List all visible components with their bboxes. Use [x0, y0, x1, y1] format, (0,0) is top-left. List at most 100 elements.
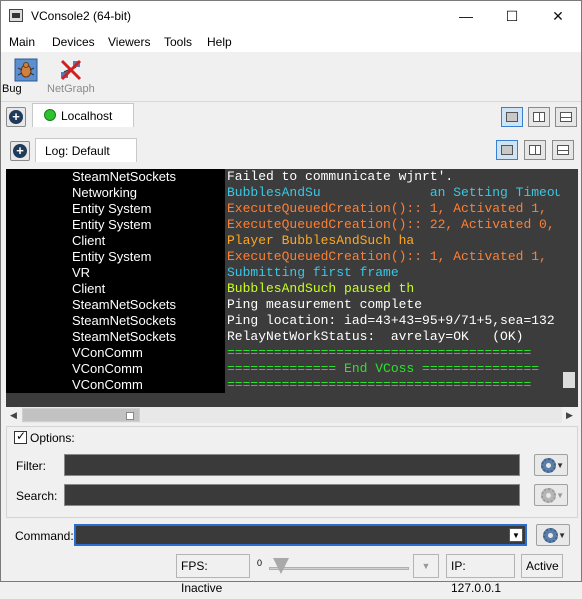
slider-min-label: 0: [257, 558, 263, 568]
log-row-message: Submitting first frame: [227, 265, 407, 280]
command-dropdown-icon[interactable]: ▼: [509, 528, 523, 542]
fps-status: FPS: Inactive: [176, 554, 250, 595]
tab-localhost[interactable]: Localhost: [32, 103, 134, 127]
log-row-channel: SteamNetSockets: [72, 313, 177, 328]
bug-icon: [14, 58, 38, 82]
fps-slider-track[interactable]: [269, 567, 409, 570]
log-row-message: BubblesAndSu an Setting Timeout: [227, 185, 560, 200]
tab-log-default[interactable]: Log: Default: [35, 138, 137, 162]
log-row-channel: SteamNetSockets: [72, 169, 177, 184]
maximize-button[interactable]: ☐: [489, 1, 535, 32]
log-row-message: Ping location: iad=43+43=95+9/71+5,sea=1…: [227, 313, 555, 328]
log-row-message: =======================================: [227, 377, 532, 392]
log-row-message: Failed to communicate wjnrt'.: [227, 169, 454, 184]
tab-localhost-label: Localhost: [61, 109, 113, 123]
command-input[interactable]: ▼: [74, 524, 527, 546]
layout-horizontal-split-button[interactable]: [555, 107, 577, 127]
message-column: Failed to communicate wjnrt'. BubblesAndS…: [225, 169, 560, 393]
log-vertical-scroll-thumb[interactable]: [563, 372, 575, 388]
netgraph-button[interactable]: NetGraph: [47, 56, 95, 100]
command-settings-button[interactable]: ▼: [536, 524, 570, 546]
menu-help[interactable]: Help: [207, 35, 232, 49]
log-layout-vertical-split-icon: [529, 145, 541, 155]
menu-tools[interactable]: Tools: [164, 35, 192, 49]
log-row-message: ExecuteQueuedCreation():: 1, Activated 1…: [227, 249, 547, 264]
bug-button[interactable]: Bug: [2, 56, 50, 100]
chevron-down-icon: ▼: [556, 491, 564, 500]
layout-vertical-split-button[interactable]: [528, 107, 550, 127]
log-row-message: RelayNetWorkStatus: avrelay=OK (OK): [227, 329, 524, 344]
log-vertical-scrollbar[interactable]: [561, 169, 578, 393]
search-label: Search:: [16, 489, 58, 503]
log-layout-single-icon: [501, 145, 513, 155]
log-row-channel: VR: [72, 265, 91, 280]
bug-label: Bug: [2, 83, 22, 95]
status-bar: FPS: Inactive 0 ▼ IP: 127.0.0.1 Active: [1, 549, 581, 595]
ip-status: IP: 127.0.0.1: [446, 554, 515, 595]
log-row-message: ============== End VCoss ===============: [227, 361, 540, 376]
add-log-button[interactable]: [10, 141, 30, 161]
log-row-message: Player BubblesAndSuch ha: [227, 233, 415, 248]
layout-vertical-split-icon: [533, 112, 545, 122]
title-bar: VConsole2 (64-bit) — ☐ ✕: [1, 1, 581, 32]
toolbar: Bug NetGraph: [1, 52, 581, 102]
log-layout-single-button[interactable]: [496, 140, 518, 160]
log-row-message: ExecuteQueuedCreation():: 22, Activated …: [227, 217, 555, 232]
filter-label: Filter:: [16, 459, 46, 473]
fps-dropdown-icon[interactable]: ▼: [413, 554, 439, 578]
log-row-channel: Client: [72, 233, 106, 248]
menu-viewers[interactable]: Viewers: [108, 35, 150, 49]
command-label: Command:: [15, 529, 74, 543]
search-settings-button[interactable]: ▼: [534, 484, 568, 506]
chevron-down-icon: ▼: [556, 461, 564, 470]
log-row-channel: Entity System: [72, 217, 152, 232]
log-row-message: ExecuteQueuedCreation():: 1, Activated 1…: [227, 201, 547, 216]
gear-icon: [541, 458, 556, 473]
scroll-right-icon[interactable]: ▶: [566, 410, 573, 421]
log-row-channel: Entity System: [72, 249, 152, 264]
chevron-down-icon: ▼: [558, 531, 566, 540]
log-row-channel: VConComm: [72, 377, 143, 392]
menu-bar: Main Devices Viewers Tools Help: [1, 32, 581, 52]
options-label: Options:: [30, 431, 75, 445]
menu-devices[interactable]: Devices: [52, 35, 95, 49]
netgraph-label: NetGraph: [47, 83, 95, 95]
netgraph-icon: [60, 59, 82, 81]
fps-slider-thumb[interactable]: [273, 558, 289, 574]
log-layout-vertical-split-button[interactable]: [524, 140, 546, 160]
scroll-left-icon[interactable]: ◀: [10, 410, 17, 421]
log-layout-horizontal-split-button[interactable]: [552, 140, 574, 160]
log-row-channel: SteamNetSockets: [72, 297, 177, 312]
vconsole-window: VConsole2 (64-bit) — ☐ ✕ Main Devices Vi…: [0, 0, 582, 595]
filter-input[interactable]: [64, 454, 520, 476]
log-row-channel: VConComm: [72, 361, 143, 376]
app-icon: [9, 9, 23, 22]
horizontal-scroll-thumb[interactable]: [22, 408, 140, 422]
log-row-message: =======================================: [227, 345, 532, 360]
add-device-button[interactable]: [6, 107, 26, 127]
menu-main[interactable]: Main: [9, 35, 35, 49]
layout-single-button[interactable]: [501, 107, 523, 127]
log-layout-horizontal-split-icon: [557, 145, 569, 155]
search-input[interactable]: [64, 484, 520, 506]
layout-horizontal-split-icon: [560, 112, 572, 122]
log-row-channel: Client: [72, 281, 106, 296]
options-checkbox[interactable]: [14, 429, 27, 444]
tab-log-default-label: Log: Default: [45, 144, 110, 158]
close-button[interactable]: ✕: [535, 1, 581, 32]
gear-icon: [543, 528, 558, 543]
log-panel: SteamNetSockets Networking Entity System En…: [6, 169, 578, 407]
log-row-channel: VConComm: [72, 345, 143, 360]
minimize-button[interactable]: —: [443, 1, 489, 32]
filter-settings-button[interactable]: ▼: [534, 454, 568, 476]
log-row-channel: SteamNetSockets: [72, 329, 177, 344]
window-title: VConsole2 (64-bit): [31, 9, 132, 23]
log-row-channel: Entity System: [72, 201, 152, 216]
log-horizontal-scrollbar[interactable]: ◀ ▶: [6, 407, 578, 423]
log-row-message: BubblesAndSuch paused th: [227, 281, 415, 296]
channel-column: SteamNetSockets Networking Entity System En…: [6, 169, 225, 393]
connected-status-icon: [44, 109, 56, 121]
connection-state: Active: [521, 554, 563, 578]
log-row-channel: Networking: [72, 185, 138, 200]
layout-single-icon: [506, 112, 518, 122]
